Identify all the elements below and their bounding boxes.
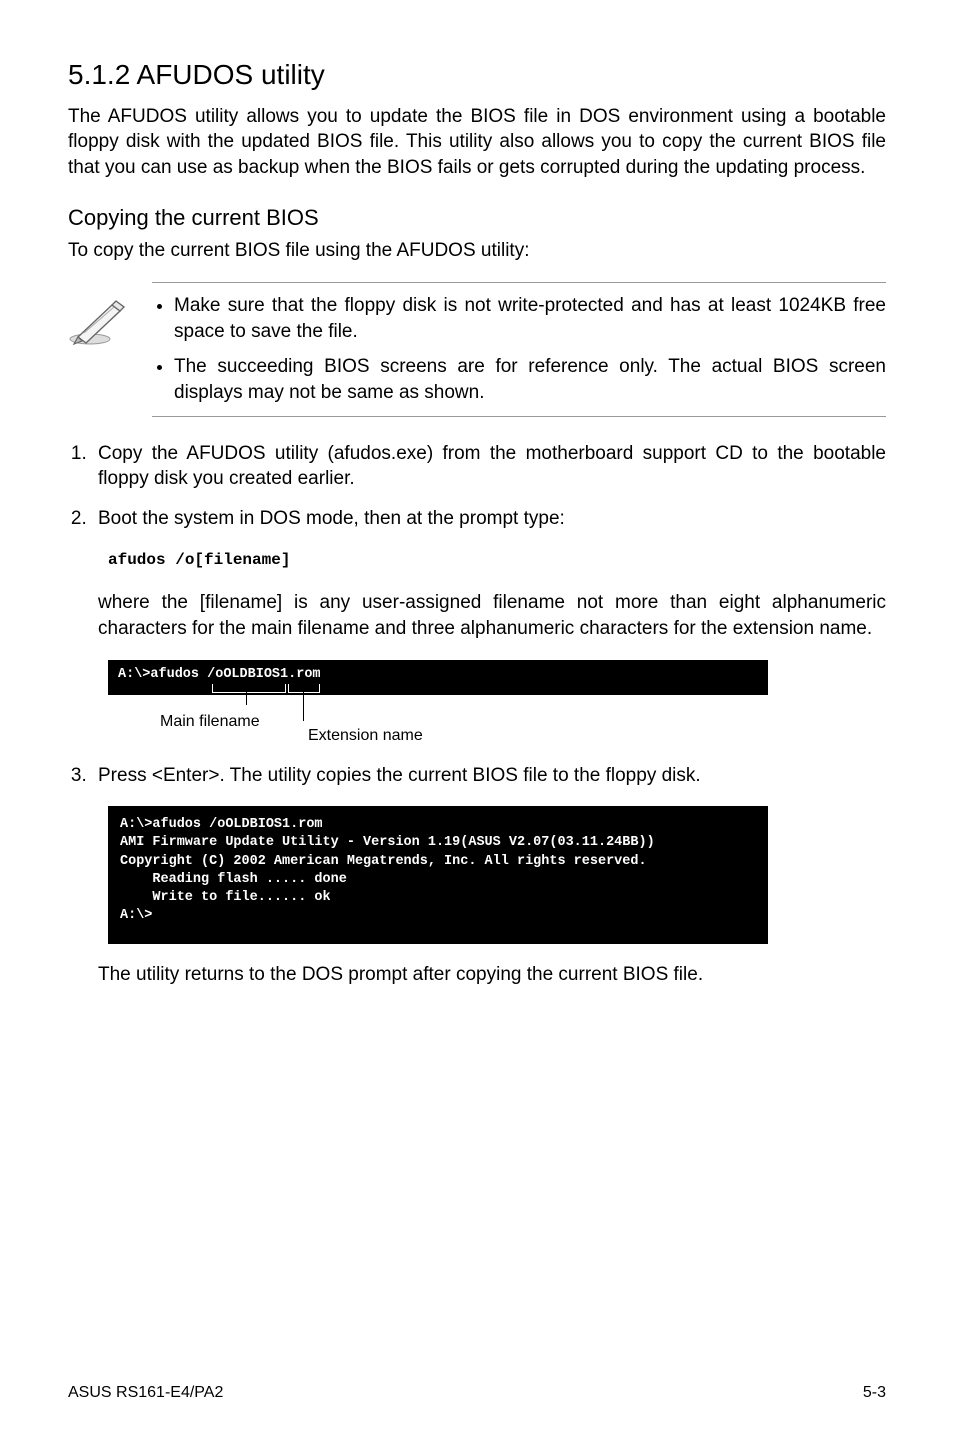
pen-note-icon xyxy=(68,294,130,350)
terminal-2: A:\>afudos /oOLDBIOS1.rom AMI Firmware U… xyxy=(108,806,768,943)
section-intro: The AFUDOS utility allows you to update … xyxy=(68,104,886,181)
code-afudos: afudos /o[filename] xyxy=(108,550,886,572)
terminal-1-wrap: A:\>afudos /oOLDBIOS1.rom xyxy=(108,660,768,694)
tick-ext xyxy=(303,687,304,721)
section-title-text: AFUDOS utility xyxy=(137,59,325,90)
note-item: Make sure that the floppy disk is not wr… xyxy=(174,293,886,344)
step-2-detail: where the [filename] is any user-assigne… xyxy=(98,590,886,641)
steps-list: Copy the AFUDOS utility (afudos.exe) fro… xyxy=(68,441,886,532)
note-block: Make sure that the floppy disk is not wr… xyxy=(68,282,886,417)
step-3: Press <Enter>. The utility copies the cu… xyxy=(92,763,886,789)
annot-main-filename: Main filename xyxy=(160,711,260,733)
step-2-text: Boot the system in DOS mode, then at the… xyxy=(98,508,565,529)
bracket-extension xyxy=(288,684,320,693)
step-2: Boot the system in DOS mode, then at the… xyxy=(92,506,886,532)
page-footer: ASUS RS161-E4/PA2 5-3 xyxy=(68,1382,886,1404)
subheading-copying: Copying the current BIOS xyxy=(68,203,886,233)
annot-extension-name: Extension name xyxy=(308,725,423,747)
terminal-1: A:\>afudos /oOLDBIOS1.rom xyxy=(108,660,768,694)
step-1: Copy the AFUDOS utility (afudos.exe) fro… xyxy=(92,441,886,492)
step-3-after: The utility returns to the DOS prompt af… xyxy=(98,962,886,988)
note-item: The succeeding BIOS screens are for refe… xyxy=(174,354,886,405)
section-heading: 5.1.2 AFUDOS utility xyxy=(68,56,886,94)
note-content: Make sure that the floppy disk is not wr… xyxy=(152,282,886,417)
terminal-annotation-row: Main filename Extension name xyxy=(108,695,768,739)
footer-left: ASUS RS161-E4/PA2 xyxy=(68,1382,223,1404)
bracket-main-filename xyxy=(212,684,286,693)
section-number: 5.1.2 xyxy=(68,59,130,90)
footer-right: 5-3 xyxy=(863,1382,886,1404)
tick-main xyxy=(246,687,247,705)
copying-lead: To copy the current BIOS file using the … xyxy=(68,238,886,264)
steps-list-cont: Press <Enter>. The utility copies the cu… xyxy=(68,763,886,789)
